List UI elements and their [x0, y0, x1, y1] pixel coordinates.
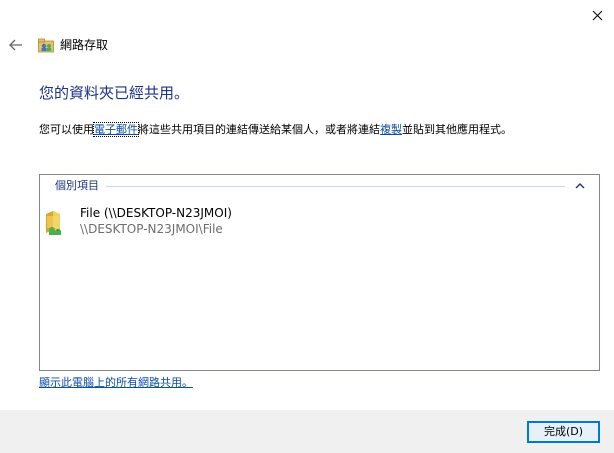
group-header[interactable]: 個別項目 — [40, 175, 599, 197]
show-all-shares-link[interactable]: 顯示此電腦上的所有網路共用。 — [39, 376, 193, 390]
window-title: 網路存取 — [60, 38, 109, 52]
list-item[interactable]: File (\\DESKTOP-N23JMOI) \\DESKTOP-N23JM… — [44, 204, 344, 240]
description-middle: 將這些共用項目的連結傳送給某個人，或者將連結 — [138, 123, 380, 136]
description-prefix: 您可以使用 — [39, 123, 94, 136]
footer-bar: 完成(D) — [0, 410, 614, 453]
shared-folder-icon — [46, 211, 61, 235]
copy-link[interactable]: 複製 — [380, 123, 402, 136]
item-name: File (\\DESKTOP-N23JMOI) — [80, 206, 232, 220]
network-share-icon — [38, 38, 54, 53]
item-path: \\DESKTOP-N23JMOI\File — [80, 222, 223, 236]
shared-items-list[interactable]: 個別項目 File (\\DESKTOP-N23JMOI) \\DESKTOP-… — [39, 174, 600, 371]
back-button[interactable] — [6, 35, 26, 55]
chevron-up-icon[interactable] — [574, 181, 586, 191]
close-button[interactable] — [584, 4, 610, 26]
back-arrow-icon — [9, 39, 22, 51]
email-link[interactable]: 電子郵件 — [93, 122, 139, 137]
finish-button[interactable]: 完成(D) — [527, 421, 600, 443]
group-label: 個別項目 — [55, 179, 99, 192]
description-suffix: 並貼到其他應用程式。 — [402, 123, 512, 136]
page-headline: 您的資料夾已經共用。 — [39, 84, 190, 102]
description-text: 您可以使用電子郵件將這些共用項目的連結傳送給某個人，或者將連結複製並貼到其他應用… — [39, 122, 512, 138]
close-icon — [592, 10, 602, 20]
group-divider — [106, 186, 565, 187]
